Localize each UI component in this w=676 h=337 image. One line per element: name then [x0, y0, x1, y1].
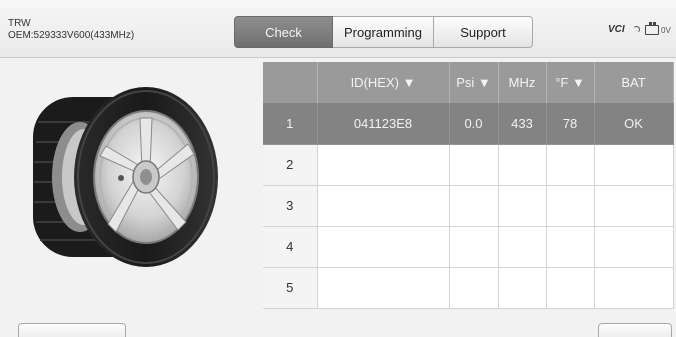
frequency-cell: 433 — [498, 103, 547, 145]
frequency-cell — [498, 144, 547, 186]
column-header-battery: BAT — [594, 62, 674, 103]
sensor-id-cell — [317, 144, 450, 186]
sensor-id-cell — [317, 226, 450, 268]
table-row[interactable]: 2 — [263, 144, 674, 186]
row-index: 2 — [263, 144, 318, 186]
tire-illustration — [28, 82, 223, 272]
battery-cell: OK — [594, 103, 674, 145]
tpms-check-screen: TRW OEM:529333V600(433MHz) Check Program… — [0, 0, 676, 337]
temperature-cell — [546, 185, 595, 227]
battery-voltage: 0V — [661, 26, 671, 35]
battery-cell — [594, 144, 674, 186]
column-header-temperature[interactable]: °F ▼ — [546, 62, 595, 103]
table-header-row: ID(HEX) ▼ Psi ▼ MHz °F ▼ BAT — [263, 62, 674, 103]
row-index: 1 — [263, 103, 318, 145]
tab-check[interactable]: Check — [234, 16, 333, 48]
sensor-id-cell — [317, 267, 450, 309]
pressure-cell — [449, 144, 499, 186]
table-row[interactable]: 4 — [263, 226, 674, 268]
header-bar: TRW OEM:529333V600(433MHz) Check Program… — [0, 0, 676, 58]
row-index: 5 — [263, 267, 318, 309]
function-tabs: Check Programming Support — [234, 16, 533, 48]
frequency-cell — [498, 185, 547, 227]
pressure-cell — [449, 185, 499, 227]
pressure-cell: 0.0 — [449, 103, 499, 145]
pressure-cell — [449, 226, 499, 268]
sensor-data-table: ID(HEX) ▼ Psi ▼ MHz °F ▼ BAT 1 041123E8 … — [263, 62, 674, 309]
frequency-cell — [498, 226, 547, 268]
frequency-cell — [498, 267, 547, 309]
tire-icon — [33, 87, 218, 267]
column-header-psi[interactable]: Psi ▼ — [449, 62, 499, 103]
vci-signal-icon — [633, 26, 640, 33]
column-header-index — [263, 62, 318, 103]
row-index: 3 — [263, 185, 318, 227]
tab-programming[interactable]: Programming — [333, 16, 434, 48]
row-index: 4 — [263, 226, 318, 268]
column-header-mhz: MHz — [498, 62, 547, 103]
battery-cell — [594, 267, 674, 309]
table-row[interactable]: 5 — [263, 267, 674, 309]
table-row[interactable]: 3 — [263, 185, 674, 227]
bottom-right-button[interactable] — [598, 323, 672, 337]
sensor-id-cell: 041123E8 — [317, 103, 450, 145]
sensor-brand: TRW — [8, 18, 31, 29]
oem-part-number: OEM:529333V600(433MHz) — [8, 30, 135, 41]
temperature-cell — [546, 144, 595, 186]
tab-support[interactable]: Support — [434, 16, 533, 48]
column-header-id-hex[interactable]: ID(HEX) ▼ — [317, 62, 450, 103]
temperature-cell — [546, 267, 595, 309]
table-row[interactable]: 1 041123E8 0.0 433 78 OK — [263, 103, 674, 145]
battery-cell — [594, 185, 674, 227]
sensor-id-cell — [317, 185, 450, 227]
battery-cell — [594, 226, 674, 268]
temperature-cell: 78 — [546, 103, 595, 145]
pressure-cell — [449, 267, 499, 309]
vci-status-label: VCI — [608, 24, 625, 35]
bottom-left-button[interactable] — [18, 323, 126, 337]
temperature-cell — [546, 226, 595, 268]
battery-icon — [645, 22, 659, 35]
